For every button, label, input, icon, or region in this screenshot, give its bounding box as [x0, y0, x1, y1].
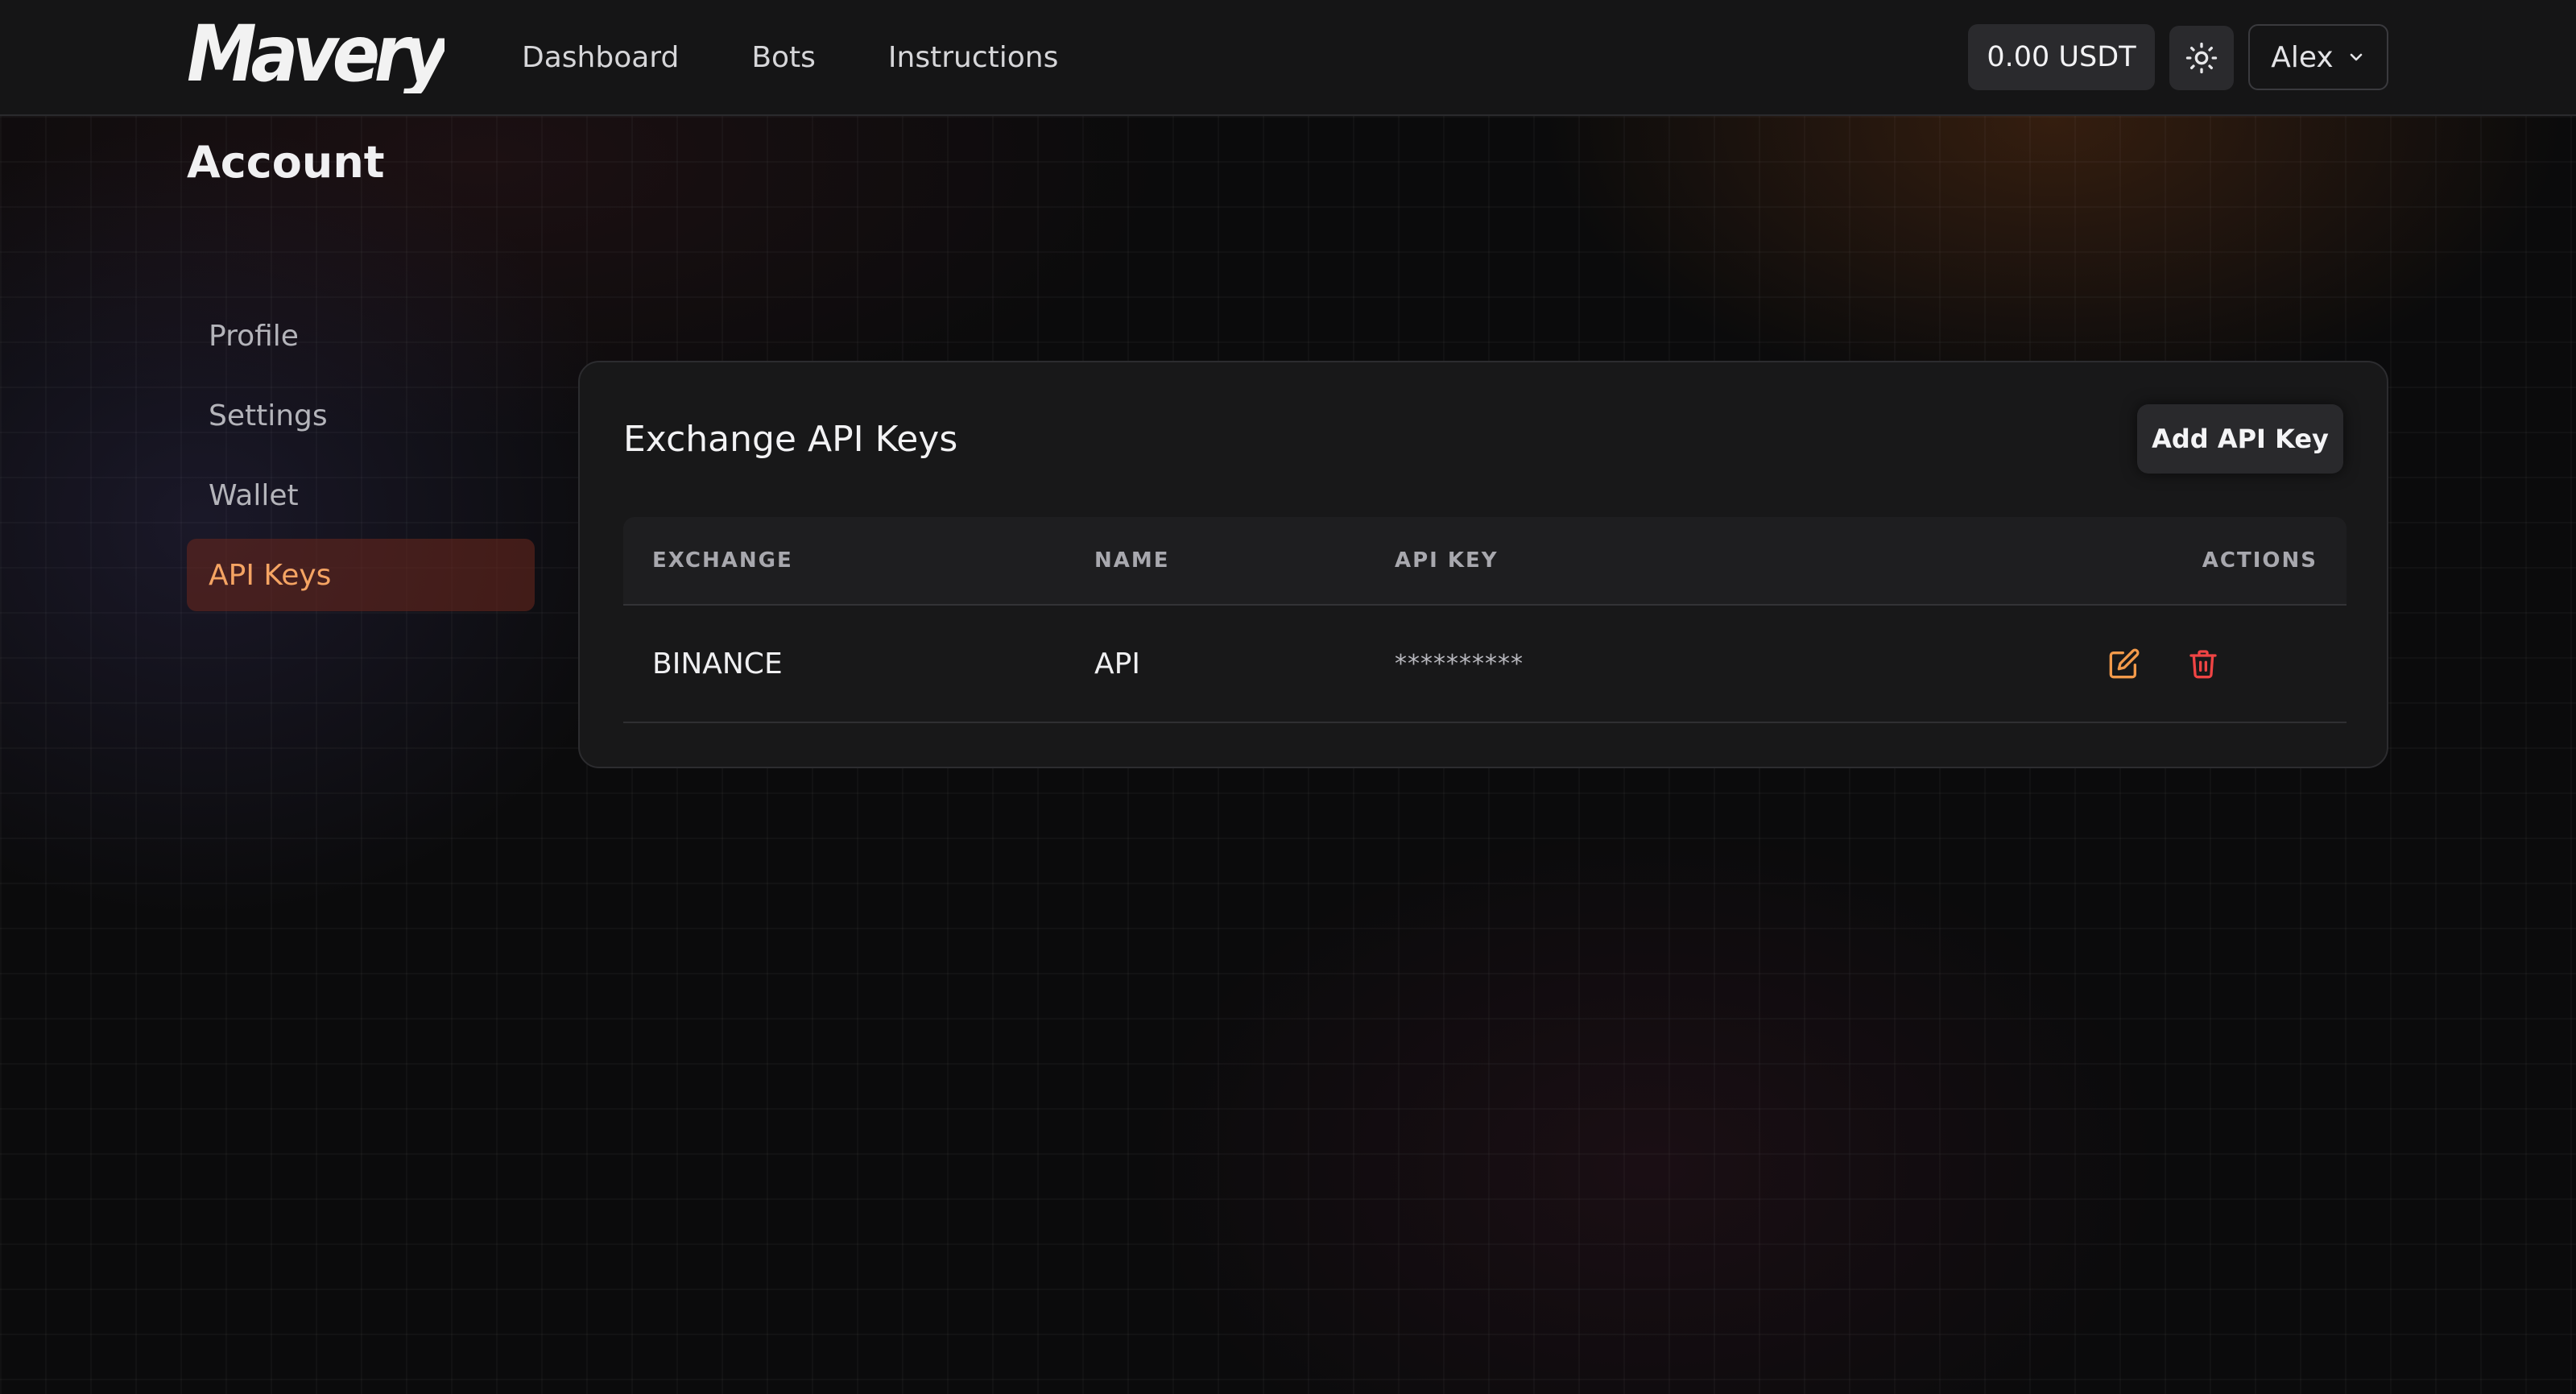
brand-logo-mark: Mavery	[187, 21, 444, 93]
user-name: Alex	[2271, 40, 2334, 74]
column-header-exchange: EXCHANGE	[652, 548, 793, 573]
main-nav: Dashboard Bots Instructions	[522, 0, 1131, 114]
page: Mavery Dashboard Bots Instructions 0.00 …	[0, 0, 2576, 1394]
cell-name: API	[1094, 647, 1140, 680]
sidebar-item-wallet[interactable]: Wallet	[187, 459, 535, 532]
api-keys-table: EXCHANGE NAME API KEY ACTIONS BINANCE AP…	[623, 517, 2347, 723]
edit-api-key-button[interactable]	[2103, 643, 2145, 685]
nav-instructions[interactable]: Instructions	[888, 41, 1058, 74]
table-header: EXCHANGE NAME API KEY ACTIONS	[623, 517, 2347, 606]
table-row: BINANCE API **********	[623, 606, 2347, 723]
sidebar-item-api-keys[interactable]: API Keys	[187, 539, 535, 611]
top-navbar: Mavery Dashboard Bots Instructions 0.00 …	[0, 0, 2576, 116]
trash-icon	[2189, 650, 2217, 679]
card-title: Exchange API Keys	[623, 419, 958, 460]
wallet-balance-badge[interactable]: 0.00 USDT	[1968, 24, 2155, 90]
column-header-name: NAME	[1094, 548, 1170, 573]
cell-api-key: **********	[1395, 649, 1524, 678]
delete-api-key-button[interactable]	[2182, 643, 2224, 685]
column-header-actions: ACTIONS	[2202, 548, 2318, 573]
sidebar-item-profile[interactable]: Profile	[187, 300, 535, 372]
chevron-down-icon	[2350, 53, 2363, 61]
account-sidebar: Profile Settings Wallet API Keys	[187, 300, 535, 618]
column-header-api-key: API KEY	[1395, 548, 1499, 573]
nav-dashboard[interactable]: Dashboard	[522, 41, 679, 74]
edit-icon	[2109, 648, 2140, 679]
nav-bots[interactable]: Bots	[751, 41, 816, 74]
user-menu-button[interactable]: Alex	[2248, 24, 2388, 90]
page-title: Account	[187, 137, 385, 188]
cell-exchange: BINANCE	[652, 647, 783, 680]
sidebar-item-settings[interactable]: Settings	[187, 379, 535, 452]
sun-icon	[2185, 42, 2218, 74]
add-api-key-button[interactable]: Add API Key	[2137, 404, 2343, 474]
svg-text:Mavery: Mavery	[187, 21, 444, 93]
brand-logo[interactable]: Mavery	[187, 21, 444, 93]
api-keys-card: Exchange API Keys Add API Key EXCHANGE N…	[578, 361, 2388, 768]
theme-toggle-button[interactable]	[2169, 26, 2234, 90]
